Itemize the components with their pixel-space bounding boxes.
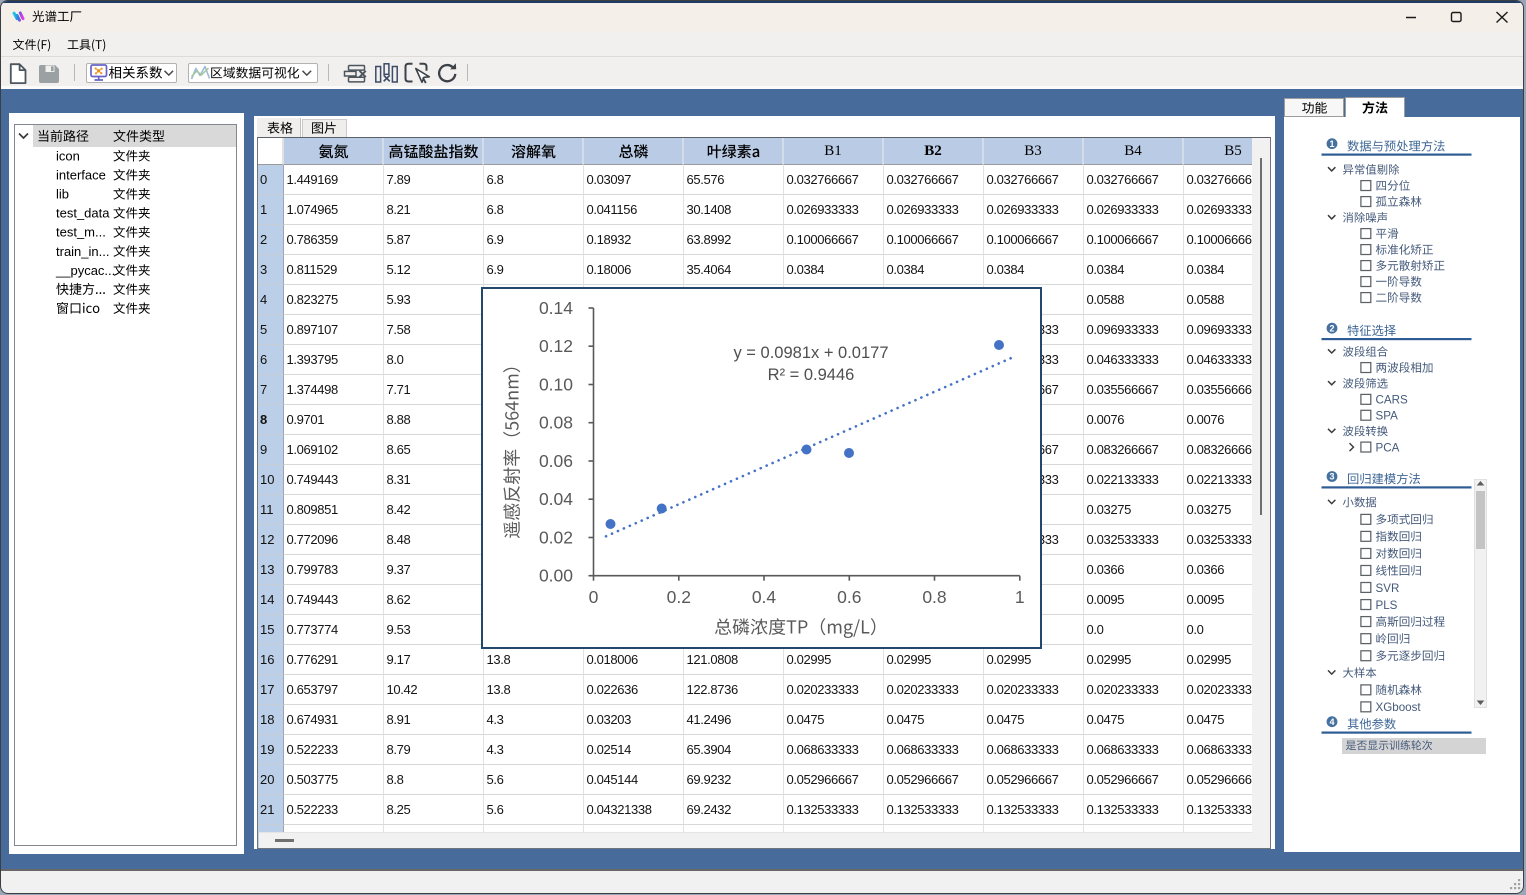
svg-text:0.2: 0.2 xyxy=(667,587,691,607)
svg-text:0.6: 0.6 xyxy=(837,587,861,607)
svg-text:0.8: 0.8 xyxy=(922,587,946,607)
svg-text:R² = 0.9446: R² = 0.9446 xyxy=(768,366,855,384)
svg-text:y = 0.0981x + 0.0177: y = 0.0981x + 0.0177 xyxy=(733,344,888,362)
svg-text:0.12: 0.12 xyxy=(539,336,573,356)
svg-text:0.02: 0.02 xyxy=(539,528,573,548)
svg-text:0.00: 0.00 xyxy=(539,566,573,586)
svg-text:0.06: 0.06 xyxy=(539,451,573,471)
svg-text:1: 1 xyxy=(1015,587,1025,607)
svg-text:0.4: 0.4 xyxy=(752,587,777,607)
svg-text:0.10: 0.10 xyxy=(539,375,573,395)
svg-text:0: 0 xyxy=(589,587,599,607)
svg-text:0.08: 0.08 xyxy=(539,413,573,433)
svg-text:0.04: 0.04 xyxy=(539,489,573,509)
svg-text:0.14: 0.14 xyxy=(539,298,573,318)
